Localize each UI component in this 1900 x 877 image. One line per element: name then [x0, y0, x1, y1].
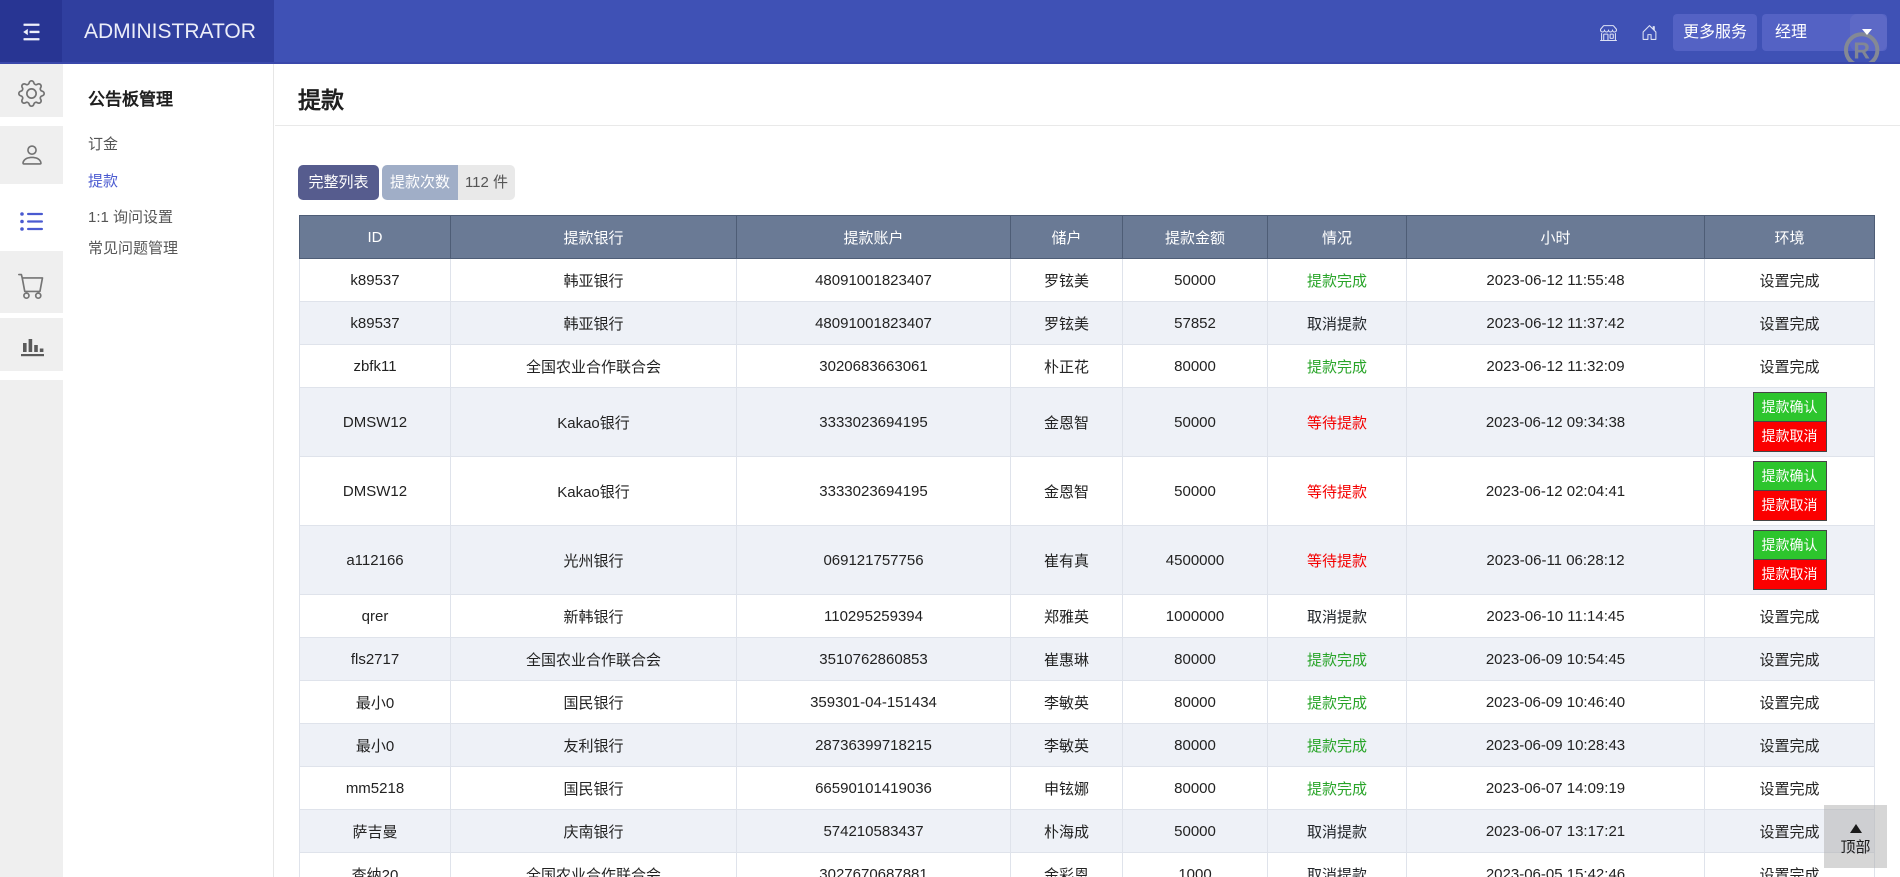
- svg-text:R: R: [1853, 38, 1870, 64]
